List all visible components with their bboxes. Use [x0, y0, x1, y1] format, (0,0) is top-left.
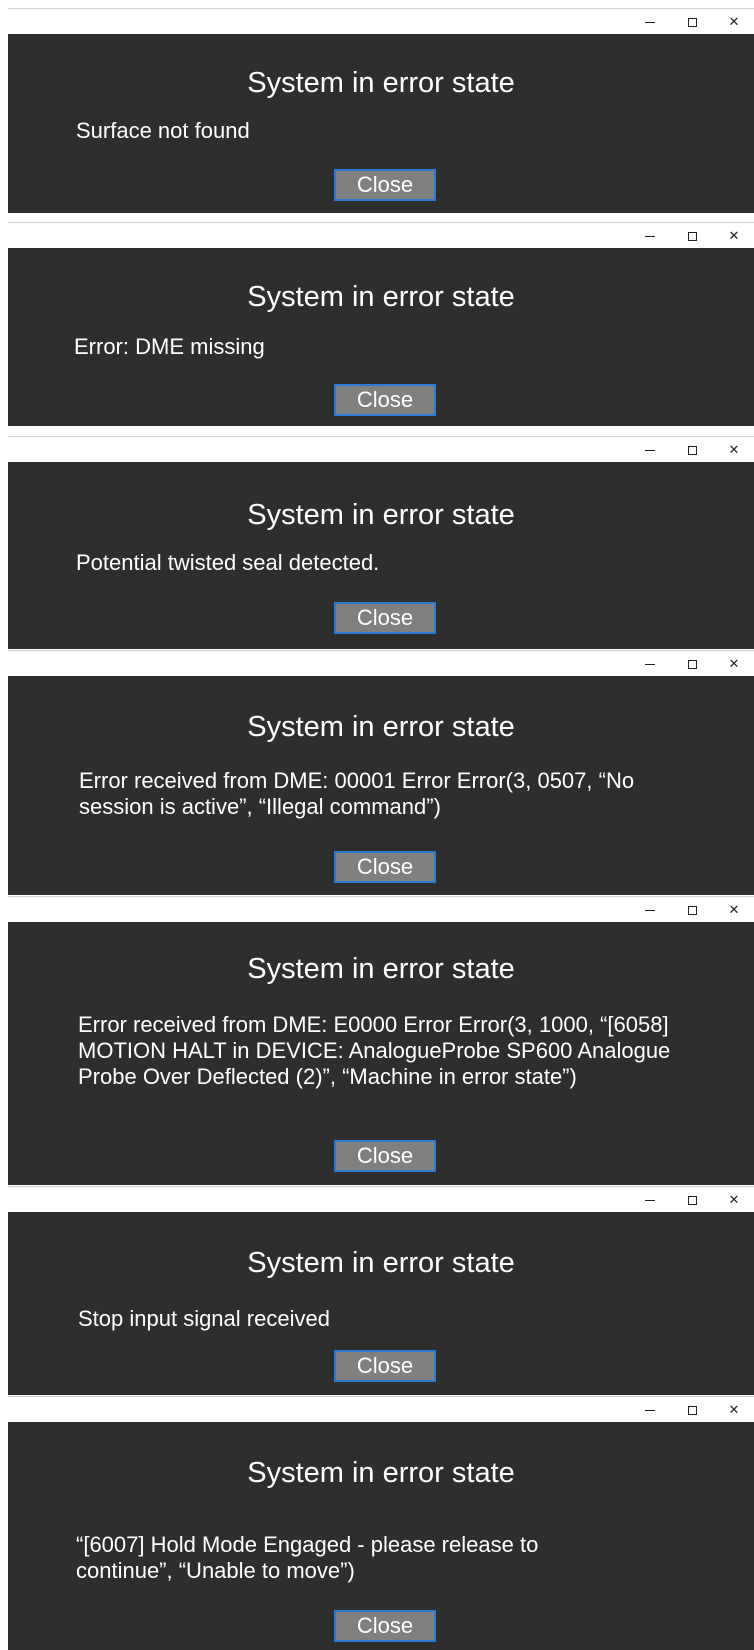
error-dialog-1: ✕ System in error state Surface not foun… [8, 8, 754, 213]
dialog-body: System in error state Potential twisted … [8, 462, 754, 649]
minimize-icon [645, 235, 655, 237]
error-dialog-6: ✕ System in error state Stop input signa… [8, 1186, 754, 1395]
dialog-title: System in error state [247, 281, 515, 313]
title-bar: ✕ [8, 8, 754, 35]
minimize-button[interactable] [630, 9, 670, 35]
maximize-icon [687, 445, 697, 455]
close-button[interactable]: Close [334, 851, 436, 883]
maximize-button[interactable] [672, 1397, 712, 1423]
maximize-button[interactable] [672, 223, 712, 249]
close-button[interactable]: Close [334, 1610, 436, 1642]
window-close-button[interactable]: ✕ [714, 897, 754, 923]
close-icon: ✕ [728, 902, 740, 918]
maximize-button[interactable] [672, 897, 712, 923]
error-message: Surface not found [76, 118, 250, 143]
close-button[interactable]: Close [334, 1140, 436, 1172]
maximize-icon [687, 905, 697, 915]
close-button[interactable]: Close [334, 602, 436, 634]
title-bar: ✕ [8, 1186, 754, 1213]
error-dialog-2: ✕ System in error state Error: DME missi… [8, 222, 754, 426]
minimize-icon [645, 21, 655, 23]
dialog-title: System in error state [247, 499, 515, 531]
window-close-button[interactable]: ✕ [714, 9, 754, 35]
close-icon: ✕ [728, 1402, 740, 1418]
error-dialog-3: ✕ System in error state Potential twiste… [8, 436, 754, 649]
window-close-button[interactable]: ✕ [714, 1187, 754, 1213]
error-message: “[6007] Hold Mode Engaged - please relea… [76, 1532, 539, 1583]
minimize-button[interactable] [630, 1397, 670, 1423]
maximize-button[interactable] [672, 1187, 712, 1213]
window-close-button[interactable]: ✕ [714, 223, 754, 249]
dialog-body: System in error state Error received fro… [8, 922, 754, 1185]
window-close-button[interactable]: ✕ [714, 651, 754, 677]
dialog-body: System in error state Error: DME missing… [8, 248, 754, 426]
minimize-button[interactable] [630, 223, 670, 249]
minimize-icon [645, 663, 655, 665]
dialog-title: System in error state [247, 711, 515, 743]
close-icon: ✕ [728, 14, 740, 30]
error-dialog-7: ✕ System in error state “[6007] Hold Mod… [8, 1396, 754, 1650]
maximize-icon [687, 1405, 697, 1415]
maximize-button[interactable] [672, 9, 712, 35]
window-close-button[interactable]: ✕ [714, 1397, 754, 1423]
minimize-button[interactable] [630, 1187, 670, 1213]
close-icon: ✕ [728, 656, 740, 672]
error-message: Error received from DME: E0000 Error Err… [78, 1012, 671, 1089]
dialog-body: System in error state “[6007] Hold Mode … [8, 1422, 754, 1650]
dialog-body: System in error state Surface not found … [8, 34, 754, 213]
error-message: Error: DME missing [74, 334, 265, 359]
maximize-icon [687, 659, 697, 669]
dialog-body: System in error state Error received fro… [8, 676, 754, 895]
dialog-body: System in error state Stop input signal … [8, 1212, 754, 1395]
close-button[interactable]: Close [334, 169, 436, 201]
title-bar: ✕ [8, 896, 754, 923]
close-button[interactable]: Close [334, 384, 436, 416]
title-bar: ✕ [8, 650, 754, 677]
dialog-title: System in error state [247, 1247, 515, 1279]
close-icon: ✕ [728, 228, 740, 244]
minimize-button[interactable] [630, 437, 670, 463]
title-bar: ✕ [8, 436, 754, 463]
minimize-icon [645, 449, 655, 451]
minimize-button[interactable] [630, 897, 670, 923]
close-icon: ✕ [728, 442, 740, 458]
error-message: Stop input signal received [78, 1306, 330, 1331]
title-bar: ✕ [8, 1396, 754, 1423]
title-bar: ✕ [8, 222, 754, 249]
minimize-icon [645, 1409, 655, 1411]
dialog-title: System in error state [247, 1457, 515, 1489]
window-close-button[interactable]: ✕ [714, 437, 754, 463]
maximize-icon [687, 17, 697, 27]
maximize-button[interactable] [672, 437, 712, 463]
error-dialog-5: ✕ System in error state Error received f… [8, 896, 754, 1185]
dialog-title: System in error state [247, 67, 515, 99]
dialog-title: System in error state [247, 953, 515, 985]
maximize-icon [687, 1195, 697, 1205]
error-dialog-4: ✕ System in error state Error received f… [8, 650, 754, 895]
close-button[interactable]: Close [334, 1350, 436, 1382]
minimize-icon [645, 1199, 655, 1201]
minimize-icon [645, 909, 655, 911]
error-message: Error received from DME: 00001 Error Err… [79, 768, 635, 819]
minimize-button[interactable] [630, 651, 670, 677]
close-icon: ✕ [728, 1192, 740, 1208]
maximize-button[interactable] [672, 651, 712, 677]
maximize-icon [687, 231, 697, 241]
error-message: Potential twisted seal detected. [76, 550, 380, 575]
